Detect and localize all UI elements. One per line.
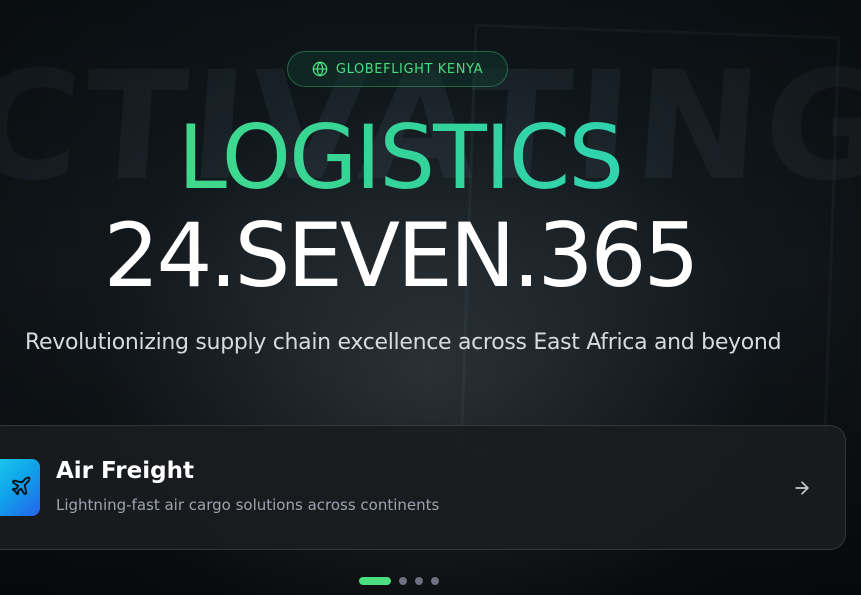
service-description: Lightning-fast air cargo solutions acros… bbox=[56, 496, 440, 514]
service-title: Air Freight bbox=[56, 458, 194, 484]
service-icon-tile bbox=[0, 459, 40, 516]
globe-icon bbox=[312, 61, 328, 77]
headline-tagline: 24.SEVEN.365 bbox=[103, 204, 700, 307]
carousel-dot-1[interactable] bbox=[359, 577, 391, 585]
carousel-indicators bbox=[359, 577, 439, 585]
service-card[interactable] bbox=[0, 425, 846, 550]
headline-logistics: LOGISTICS bbox=[0, 108, 800, 208]
carousel-dot-3[interactable] bbox=[415, 577, 423, 585]
carousel-dot-2[interactable] bbox=[399, 577, 407, 585]
plane-icon bbox=[10, 475, 32, 501]
arrow-right-icon[interactable] bbox=[790, 476, 814, 500]
hero-subtitle: Revolutionizing supply chain excellence … bbox=[25, 330, 782, 355]
location-badge: GLOBEFLIGHT KENYA bbox=[287, 51, 508, 87]
hero-section: CTIVATING... GLOBEFLIGHT KENYA LOGISTICS… bbox=[0, 0, 861, 595]
badge-label: GLOBEFLIGHT KENYA bbox=[335, 61, 484, 77]
carousel-dot-4[interactable] bbox=[431, 577, 439, 585]
